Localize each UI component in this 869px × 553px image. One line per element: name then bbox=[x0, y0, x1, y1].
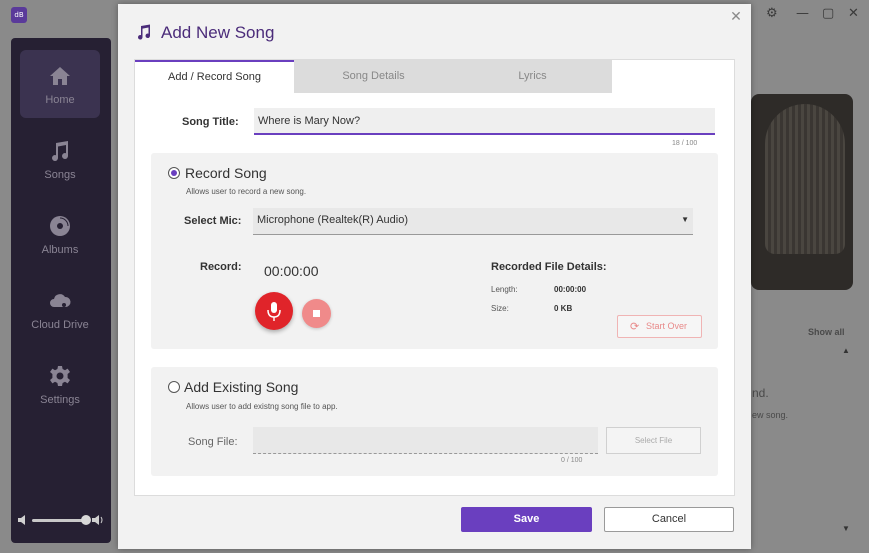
existing-song-title: Add Existing Song bbox=[184, 379, 299, 395]
gear-icon[interactable]: ⚙ bbox=[766, 6, 778, 21]
background-text: nd. bbox=[752, 386, 769, 400]
start-over-label: Start Over bbox=[646, 321, 688, 331]
dialog-title: Add New Song bbox=[161, 23, 275, 42]
existing-song-description: Allows user to add existng song file to … bbox=[186, 402, 338, 411]
music-note-icon bbox=[52, 141, 69, 162]
gear-icon bbox=[50, 366, 70, 386]
volume-knob[interactable] bbox=[81, 515, 91, 525]
length-value: 00:00:00 bbox=[554, 285, 587, 294]
tab-lyrics[interactable]: Lyrics bbox=[453, 60, 612, 93]
select-file-button[interactable]: Select File bbox=[606, 427, 701, 454]
scroll-down-icon[interactable]: ▼ bbox=[842, 524, 850, 533]
song-file-counter: 0 / 100 bbox=[561, 457, 583, 464]
existing-song-section: Add Existing Song Allows user to add exi… bbox=[151, 367, 718, 476]
app-logo: dB bbox=[11, 7, 27, 23]
song-file-label: Song File: bbox=[188, 436, 238, 448]
sidebar-item-songs[interactable]: Songs bbox=[20, 125, 100, 193]
tab-song-details[interactable]: Song Details bbox=[294, 60, 453, 93]
stop-button[interactable] bbox=[302, 299, 331, 328]
tab-add-record-song[interactable]: Add / Record Song bbox=[135, 60, 294, 93]
length-label: Length: bbox=[491, 285, 518, 294]
close-window-icon[interactable]: ✕ bbox=[848, 6, 859, 21]
size-value: 0 KB bbox=[554, 304, 573, 313]
disc-icon bbox=[50, 216, 70, 236]
dialog-panel: Add / Record Song Song Details Lyrics So… bbox=[134, 59, 735, 496]
add-song-dialog: ✕ Add New Song Add / Record Song Song De… bbox=[118, 4, 751, 549]
volume-high-icon bbox=[92, 515, 103, 525]
song-title-label: Song Title: bbox=[182, 116, 239, 128]
sidebar-item-settings[interactable]: Settings bbox=[20, 350, 100, 418]
sidebar-item-label: Settings bbox=[40, 394, 80, 406]
song-file-input[interactable] bbox=[253, 427, 598, 454]
save-button[interactable]: Save bbox=[461, 507, 592, 532]
record-song-radio[interactable] bbox=[168, 167, 180, 179]
close-icon[interactable]: ✕ bbox=[729, 10, 743, 24]
sidebar-item-albums[interactable]: Albums bbox=[20, 200, 100, 268]
chevron-down-icon: ▼ bbox=[681, 215, 689, 224]
song-title-input[interactable]: Where is Mary Now? bbox=[254, 108, 715, 135]
album-art bbox=[751, 94, 853, 290]
volume-low-icon bbox=[18, 515, 25, 525]
minimize-icon[interactable]: — bbox=[796, 6, 809, 21]
existing-song-radio[interactable] bbox=[168, 381, 180, 393]
maximize-icon[interactable]: ▢ bbox=[822, 6, 834, 21]
cancel-button[interactable]: Cancel bbox=[604, 507, 734, 532]
record-song-description: Allows user to record a new song. bbox=[186, 187, 307, 196]
size-label: Size: bbox=[491, 304, 509, 313]
volume-slider[interactable] bbox=[18, 514, 104, 526]
sidebar-item-cloud-drive[interactable]: Cloud Drive bbox=[20, 275, 100, 343]
mic-select-value: Microphone (Realtek(R) Audio) bbox=[257, 214, 409, 226]
stop-icon bbox=[313, 310, 320, 317]
cloud-icon bbox=[50, 294, 71, 307]
start-over-button[interactable]: ⟳ Start Over bbox=[617, 315, 702, 338]
sidebar-item-home[interactable]: Home bbox=[20, 50, 100, 118]
record-song-section: Record Song Allows user to record a new … bbox=[151, 153, 718, 349]
record-song-title: Record Song bbox=[185, 165, 267, 181]
record-label: Record: bbox=[200, 261, 242, 273]
record-timer: 00:00:00 bbox=[264, 263, 319, 279]
scroll-up-icon[interactable]: ▲ bbox=[842, 346, 850, 355]
sidebar-item-label: Cloud Drive bbox=[31, 319, 89, 331]
show-all-link[interactable]: Show all bbox=[808, 327, 845, 337]
sidebar: Home Songs Albums Cloud Drive Settings bbox=[11, 38, 111, 543]
sidebar-item-label: Home bbox=[45, 94, 75, 106]
record-button[interactable] bbox=[255, 292, 293, 330]
sidebar-item-label: Albums bbox=[41, 244, 79, 256]
background-text: ew song. bbox=[752, 410, 789, 420]
microphone-icon bbox=[267, 302, 281, 321]
music-note-icon bbox=[138, 24, 151, 40]
select-mic-label: Select Mic: bbox=[184, 215, 242, 227]
song-title-counter: 18 / 100 bbox=[672, 140, 698, 147]
refresh-icon: ⟳ bbox=[630, 320, 640, 333]
mic-select[interactable]: Microphone (Realtek(R) Audio) ▼ bbox=[253, 208, 693, 235]
recorded-file-details-title: Recorded File Details: bbox=[491, 261, 607, 273]
home-icon bbox=[50, 67, 70, 85]
sidebar-item-label: Songs bbox=[44, 169, 76, 181]
